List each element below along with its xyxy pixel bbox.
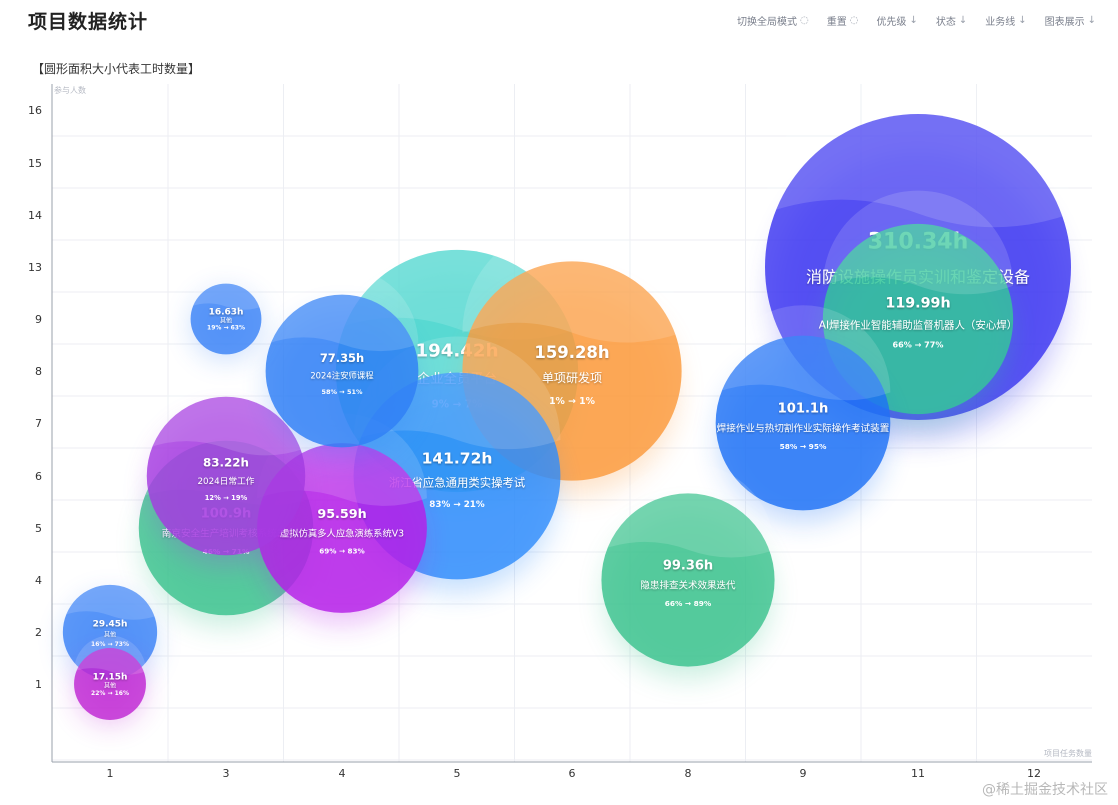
bubble-name: 2024日常工作 bbox=[198, 475, 255, 487]
x-axis-label: 项目任务数量 bbox=[1044, 748, 1092, 758]
bubble-name: 单项研发项 bbox=[542, 370, 602, 385]
bubble: 17.15h其他22% → 16% bbox=[74, 635, 146, 725]
bubble-chart: 参与人数项目任务数量134568911121245678913141516 31… bbox=[28, 60, 1092, 780]
y-tick-label: 7 bbox=[35, 417, 42, 430]
bubble-hours: 101.1h bbox=[778, 402, 829, 417]
bubble-hours: 95.59h bbox=[317, 507, 366, 522]
bubble-hours: 119.99h bbox=[885, 296, 950, 312]
bubble-name: 隐患排查关术效果迭代 bbox=[640, 580, 736, 592]
bubble-progress: 58% → 95% bbox=[780, 442, 827, 451]
x-tick-label: 11 bbox=[911, 767, 925, 780]
y-tick-label: 15 bbox=[28, 157, 42, 170]
y-axis-label: 参与人数 bbox=[54, 85, 86, 95]
y-tick-label: 16 bbox=[28, 104, 42, 117]
y-tick-label: 5 bbox=[35, 522, 42, 535]
bubble-progress: 66% → 89% bbox=[665, 599, 712, 608]
bubble: 99.36h 隐患排查关术效果迭代 66% → 89% bbox=[601, 463, 775, 678]
bubble-progress: 83% → 21% bbox=[429, 500, 485, 510]
bubble-hours: 83.22h bbox=[203, 455, 249, 469]
bubble: 77.35h 2024注安师课程 58% → 51% bbox=[265, 267, 419, 458]
bubbles: 310.34h消防设施操作员实训和鉴定设备194.42h企业全员平台9% → 7… bbox=[62, 60, 1071, 725]
y-tick-label: 14 bbox=[28, 209, 42, 222]
bubble-name: 虚拟仿真多人应急演练系统V3 bbox=[280, 527, 404, 539]
x-tick-label: 5 bbox=[454, 767, 461, 780]
bubble-hours: 77.35h bbox=[320, 351, 364, 365]
x-tick-label: 8 bbox=[685, 767, 692, 780]
x-tick-label: 9 bbox=[800, 767, 807, 780]
bubble-name: 焊接作业与热切割作业实际操作考试装置 bbox=[717, 423, 890, 435]
bubble-hours: 29.45h bbox=[93, 619, 128, 629]
bubble-hours: 16.63h bbox=[209, 308, 244, 318]
bubble-progress: 22% → 16% bbox=[91, 690, 129, 697]
bubble-name: 2024注安师课程 bbox=[310, 371, 374, 381]
y-tick-label: 6 bbox=[35, 470, 42, 483]
x-tick-label: 4 bbox=[339, 767, 346, 780]
bubble-hours: 99.36h bbox=[663, 559, 713, 574]
x-tick-label: 1 bbox=[107, 767, 114, 780]
y-tick-label: 9 bbox=[35, 313, 42, 326]
y-tick-label: 2 bbox=[35, 626, 42, 639]
bubble-progress: 12% → 19% bbox=[205, 494, 248, 502]
bubble-progress: 69% → 83% bbox=[319, 546, 365, 555]
bubble-name: 其他 bbox=[220, 317, 232, 325]
watermark: @稀土掘金技术社区 bbox=[982, 782, 1108, 798]
bubble-progress: 66% → 77% bbox=[892, 340, 943, 350]
bubble-name: 其他 bbox=[104, 682, 116, 690]
x-tick-label: 3 bbox=[223, 767, 230, 780]
bubble-hours: 141.72h bbox=[422, 450, 493, 468]
x-tick-label: 6 bbox=[569, 767, 576, 780]
bubble-progress: 1% → 1% bbox=[549, 396, 596, 407]
y-tick-label: 1 bbox=[35, 678, 42, 691]
y-tick-label: 13 bbox=[28, 261, 42, 274]
bubble-hours: 159.28h bbox=[534, 343, 609, 362]
y-tick-label: 8 bbox=[35, 365, 42, 378]
y-tick-label: 4 bbox=[35, 574, 42, 587]
bubble-progress: 19% → 63% bbox=[207, 325, 245, 332]
bubble-hours: 17.15h bbox=[93, 673, 128, 683]
bubble: 16.63h其他19% → 63% bbox=[190, 271, 262, 360]
bubble-progress: 58% → 51% bbox=[322, 388, 363, 396]
